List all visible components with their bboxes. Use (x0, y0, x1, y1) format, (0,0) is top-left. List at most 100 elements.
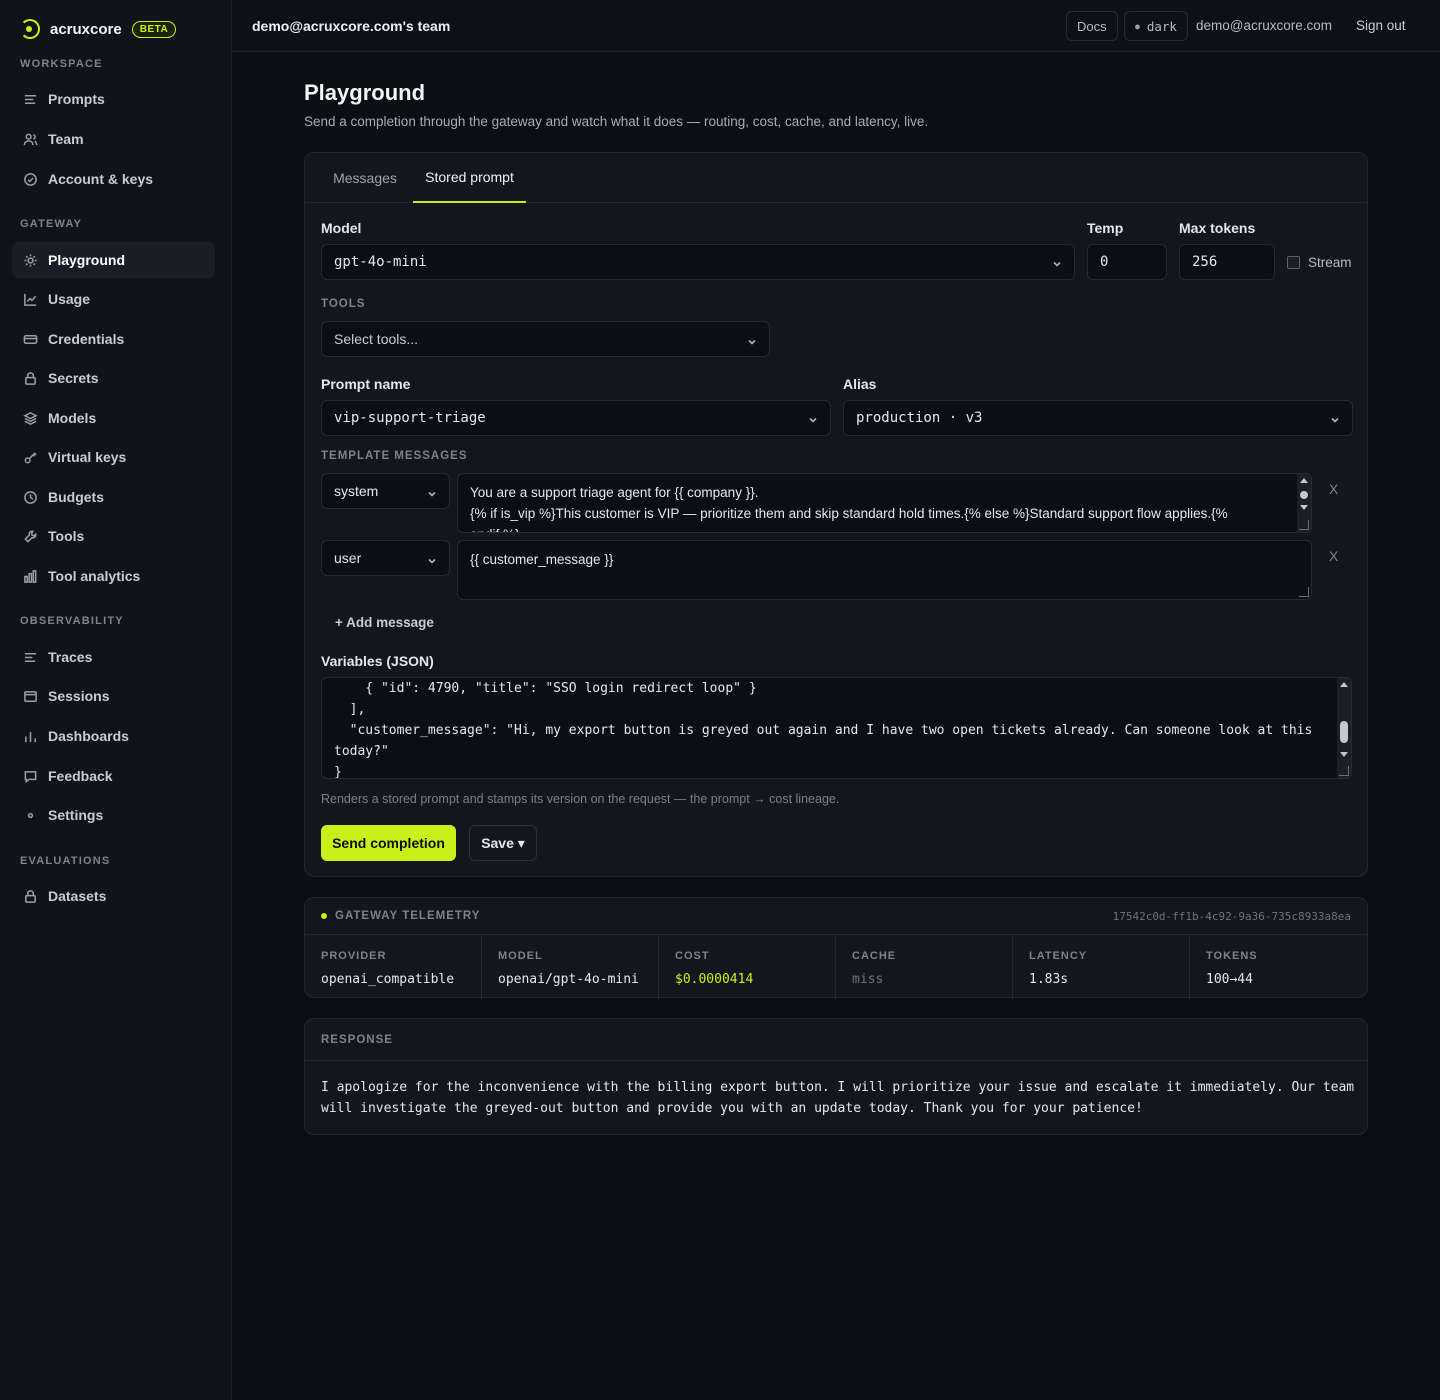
sidebar-item-label: Prompts (48, 91, 105, 107)
sidebar-item-traces[interactable]: Traces (12, 639, 215, 675)
sidebar-item-account-keys[interactable]: Account & keys (12, 161, 215, 197)
alias-select[interactable]: production · v3 (843, 400, 1353, 436)
page-subtitle: Send a completion through the gateway an… (304, 114, 929, 129)
sidebar-item-prompts[interactable]: Prompts (12, 81, 215, 117)
response-title: RESPONSE (321, 1034, 393, 1046)
tab-stored-prompt[interactable]: Stored prompt (413, 153, 526, 203)
window-icon (22, 688, 38, 704)
bars-icon (22, 728, 38, 744)
beta-badge: BETA (131, 20, 177, 38)
resize-handle[interactable] (1339, 766, 1349, 776)
sidebar-item-datasets[interactable]: Datasets (12, 878, 215, 914)
prompt-name-value: vip-support-triage (334, 410, 486, 426)
prompt-name-select[interactable]: vip-support-triage (321, 400, 831, 436)
model-select[interactable]: gpt-4o-mini (321, 244, 1075, 280)
team-name[interactable]: demo@acruxcore.com's team (252, 18, 450, 34)
temp-label: Temp (1087, 220, 1124, 236)
json-line: "customer_message": "Hi, my export butto… (334, 723, 1313, 738)
textarea-scrollbar[interactable] (1337, 678, 1351, 778)
stream-label: Stream (1308, 255, 1352, 270)
scroll-down-icon[interactable] (1300, 505, 1308, 510)
sidebar-item-label: Dashboards (48, 728, 129, 744)
json-line: today?" (334, 744, 389, 759)
text-line: {{ customer_message }} (470, 552, 614, 567)
role-select-system[interactable]: system (321, 473, 450, 509)
sign-out-link[interactable]: Sign out (1356, 18, 1406, 33)
telemetry-value: 1.83s (1029, 972, 1069, 987)
system-message-textarea[interactable]: You are a support triage agent for {{ co… (457, 473, 1312, 533)
scroll-up-icon[interactable] (1340, 682, 1348, 687)
telemetry-label: MODEL (498, 950, 543, 962)
role-select-user[interactable]: user (321, 540, 450, 576)
variables-json-textarea[interactable]: { "id": 4790, "title": "SSO login redire… (321, 677, 1352, 779)
sidebar-item-label: Team (48, 131, 84, 147)
logo-icon (20, 19, 40, 39)
sidebar-item-label: Tool analytics (48, 568, 141, 584)
scroll-down-icon[interactable] (1340, 752, 1348, 757)
theme-toggle[interactable]: ● dark (1124, 11, 1188, 41)
layers-icon (22, 410, 38, 426)
sidebar-item-team[interactable]: Team (12, 121, 215, 157)
lock-icon (22, 888, 38, 904)
telemetry-value: $0.0000414 (675, 972, 754, 987)
section-evaluations: EVALUATIONS (20, 855, 111, 867)
telemetry-value: miss (852, 972, 884, 987)
json-line: ], (334, 702, 366, 717)
sidebar-item-virtual-keys[interactable]: Virtual keys (12, 439, 215, 475)
sidebar-item-label: Account & keys (48, 171, 154, 187)
chevron-down-icon (808, 413, 818, 423)
sidebar-item-tools[interactable]: Tools (12, 518, 215, 554)
sidebar-item-dashboards[interactable]: Dashboards (12, 718, 215, 754)
add-message-button[interactable]: + Add message (335, 615, 434, 630)
remove-message-button[interactable]: X (1329, 481, 1338, 497)
sidebar-item-secrets[interactable]: Secrets (12, 360, 215, 396)
telemetry-label: TOKENS (1206, 950, 1258, 962)
text-line: {% if is_vip %}This customer is VIP — pr… (470, 506, 1228, 521)
resize-handle[interactable] (1299, 520, 1309, 530)
sidebar-item-label: Budgets (48, 489, 104, 505)
sidebar-item-usage[interactable]: Usage (12, 281, 215, 317)
clock-icon (22, 489, 38, 505)
playground-form-card: Messages Stored prompt Model gpt-4o-mini… (304, 152, 1368, 877)
model-label: Model (321, 220, 362, 236)
stream-checkbox[interactable] (1287, 256, 1300, 269)
chevron-down-icon (427, 486, 437, 497)
chevron-down-icon (427, 553, 437, 564)
sidebar-item-credentials[interactable]: Credentials (12, 321, 215, 357)
sidebar-item-sessions[interactable]: Sessions (12, 678, 215, 714)
sidebar-item-tool-analytics[interactable]: Tool analytics (12, 558, 215, 594)
tab-messages[interactable]: Messages (321, 153, 409, 203)
sidebar-item-models[interactable]: Models (12, 400, 215, 436)
response-text: I apologize for the inconvenience with t… (321, 1077, 1354, 1119)
comment-icon (22, 768, 38, 784)
scroll-thumb[interactable] (1340, 721, 1348, 743)
sidebar-item-settings[interactable]: Settings (12, 797, 215, 833)
sidebar-item-feedback[interactable]: Feedback (12, 758, 215, 794)
telemetry-label: COST (675, 950, 710, 962)
json-line: { "id": 4790, "title": "SSO login redire… (334, 681, 757, 696)
scroll-thumb[interactable] (1300, 491, 1308, 499)
sidebar-item-label: Datasets (48, 888, 107, 904)
save-button[interactable]: Save ▾ (469, 825, 537, 861)
dot-icon (22, 807, 38, 823)
tab-bar: Messages Stored prompt (305, 153, 1367, 203)
sidebar-item-label: Models (48, 410, 97, 426)
role-value: user (334, 550, 362, 566)
user-message-textarea[interactable]: {{ customer_message }} (457, 540, 1312, 600)
sidebar-item-playground[interactable]: Playground (12, 242, 215, 278)
resize-handle[interactable] (1299, 587, 1309, 597)
max-tokens-input[interactable]: 256 (1179, 244, 1275, 280)
brand[interactable]: acruxcore BETA (20, 18, 177, 40)
temp-input[interactable]: 0 (1087, 244, 1167, 280)
docs-button[interactable]: Docs (1066, 11, 1118, 41)
remove-message-button[interactable]: X (1329, 548, 1338, 564)
sidebar-item-budgets[interactable]: Budgets (12, 479, 215, 515)
tools-select[interactable]: Select tools... (321, 321, 770, 357)
brand-name: acruxcore (50, 20, 122, 38)
scroll-up-icon[interactable] (1300, 478, 1308, 483)
telemetry-cost: COST $0.0000414 (659, 936, 836, 1000)
send-completion-button[interactable]: Send completion (321, 825, 456, 861)
lines-icon (22, 91, 38, 107)
user-email: demo@acruxcore.com (1196, 18, 1333, 33)
topbar: demo@acruxcore.com's team Docs ● dark de… (232, 0, 1440, 52)
